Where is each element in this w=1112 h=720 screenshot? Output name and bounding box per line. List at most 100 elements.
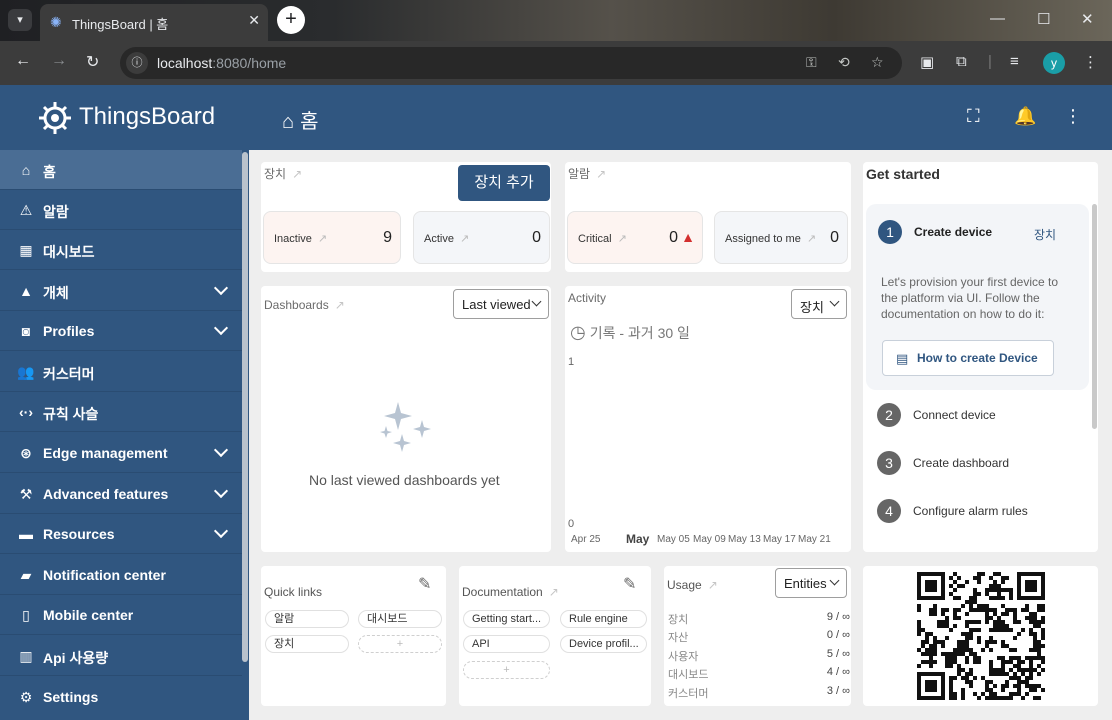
rule-chain-icon: ‹·› xyxy=(19,404,33,420)
quick-link-chip[interactable]: 대시보드 xyxy=(358,610,442,628)
inactive-devices-stat[interactable]: Inactive ↗ 9 xyxy=(263,211,401,264)
sidebar-item-notification-center[interactable]: ▰ Notification center xyxy=(0,555,242,595)
translate-icon[interactable]: ⟲ xyxy=(838,54,850,71)
edit-pencil-icon[interactable]: ✎ xyxy=(623,574,636,594)
step-1-description: Let's provision your first device to the… xyxy=(881,275,1059,321)
dashboards-card-title[interactable]: Dashboards ↗ xyxy=(264,298,345,312)
sidebar-item-api-usage[interactable]: ▥ Api 사용량 xyxy=(0,636,242,676)
dashboards-sort-select[interactable]: Last viewed xyxy=(453,289,549,319)
sidebar-item-entities[interactable]: ▲ 개체 xyxy=(0,271,242,311)
url-text: localhost:8080/home xyxy=(157,55,287,71)
tab-search-button[interactable]: ▾ xyxy=(8,9,32,31)
back-icon[interactable]: ← xyxy=(15,52,31,70)
sidebar-item-advanced-features[interactable]: ⚒ Advanced features xyxy=(0,474,242,514)
quick-link-chip[interactable]: 알람 xyxy=(265,610,349,628)
usage-title[interactable]: Usage ↗ xyxy=(667,578,718,592)
sidebar-item-resources[interactable]: ▬ Resources xyxy=(0,514,242,554)
y-axis-bottom-label: 0 xyxy=(568,518,575,530)
activity-period[interactable]: ◷ 기록 - 과거 30 일 xyxy=(570,322,690,343)
add-quick-link-button[interactable]: + xyxy=(358,635,442,653)
x-axis-tick: May 17 xyxy=(763,534,796,545)
x-axis-tick: May 13 xyxy=(728,534,761,545)
sidebar-item-rule-chains[interactable]: ‹·› 규칙 사슬 xyxy=(0,392,242,432)
open-arrow-icon: ↗ xyxy=(292,167,303,181)
sidebar-item-settings[interactable]: ⚙ Settings xyxy=(0,677,242,717)
fullscreen-icon[interactable]: ⛶ xyxy=(967,106,980,127)
doc-link-chip[interactable]: Rule engine xyxy=(560,610,647,628)
open-arrow-icon: ↗ xyxy=(707,578,718,592)
add-doc-link-button[interactable]: + xyxy=(463,661,550,679)
chevron-down-icon xyxy=(213,442,229,458)
maximize-icon[interactable]: ☐ xyxy=(1037,10,1050,28)
sidebar-item-home[interactable]: ⌂ 홈 xyxy=(0,150,242,190)
doc-link-chip[interactable]: Device profil... xyxy=(560,635,647,653)
home-icon: ⌂ xyxy=(282,111,295,133)
documentation-title[interactable]: Documentation ↗ xyxy=(462,585,559,599)
usage-entities-select[interactable]: Entities xyxy=(775,568,847,598)
sidebar-item-edge-management[interactable]: ⊛ Edge management xyxy=(0,433,242,473)
clock-icon: ◷ xyxy=(570,322,586,342)
chevron-down-icon xyxy=(213,523,229,539)
chevron-down-icon xyxy=(829,575,840,586)
x-axis-tick: May 21 xyxy=(798,534,831,545)
edit-pencil-icon[interactable]: ✎ xyxy=(418,574,431,594)
open-arrow-icon: ↗ xyxy=(459,233,470,245)
bookmark-star-icon[interactable]: ☆ xyxy=(871,54,884,71)
activity-entity-select[interactable]: 장치 xyxy=(791,289,847,319)
minimize-icon[interactable]: — xyxy=(990,10,1005,27)
media-control-icon[interactable]: ≡ xyxy=(1010,53,1019,70)
sidebar-item-mobile-center[interactable]: ▯ Mobile center xyxy=(0,595,242,635)
close-tab-icon[interactable]: ✕ xyxy=(248,12,260,29)
usage-row: 자산 0 / ∞ xyxy=(668,629,850,644)
thingsboard-logo[interactable]: ThingsBoard xyxy=(36,99,236,135)
address-bar[interactable]: ⓘ localhost:8080/home ⚿ ⟲ ☆ xyxy=(120,47,902,79)
tools-icon: ⚒ xyxy=(19,486,33,502)
active-devices-stat[interactable]: Active ↗ 0 xyxy=(413,211,550,264)
sidebar-item-customers[interactable]: 👥 커스터머 xyxy=(0,352,242,392)
profile-avatar[interactable]: y xyxy=(1043,52,1065,74)
open-arrow-icon: ↗ xyxy=(548,585,559,599)
browser-tab[interactable]: ✺ ThingsBoard | 홈 ✕ xyxy=(40,4,268,41)
entities-icon: ▲ xyxy=(19,283,33,299)
edge-icon: ⊛ xyxy=(20,445,32,461)
qr-code-image[interactable] xyxy=(917,572,1045,700)
password-key-icon[interactable]: ⚿ xyxy=(806,54,817,71)
step-2[interactable]: 2 Connect device xyxy=(877,403,1097,429)
sidebar-item-profiles[interactable]: ◙ Profiles xyxy=(0,311,242,351)
more-menu-icon[interactable]: ⋮ xyxy=(1064,106,1082,127)
usage-card: Usage ↗ Entities 장치 9 / ∞ 자산 0 / ∞ 사용자 5 / ∞… xyxy=(664,566,851,706)
new-tab-button[interactable]: + xyxy=(277,6,305,34)
customers-icon: 👥 xyxy=(17,364,35,380)
gear-icon: ⚙ xyxy=(19,689,33,705)
quick-links-card: Quick links ✎ 알람 대시보드 장치 + xyxy=(261,566,446,706)
reload-icon[interactable]: ↻ xyxy=(86,52,99,72)
close-window-icon[interactable]: ✕ xyxy=(1081,10,1094,28)
critical-alarms-stat[interactable]: Critical ↗ 0 ▲ xyxy=(567,211,703,264)
sidebar-item-alarms[interactable]: ⚠ 알람 xyxy=(0,190,242,230)
notifications-bell-icon[interactable]: 🔔 xyxy=(1014,106,1036,127)
browser-menu-icon[interactable]: ⋮ xyxy=(1083,53,1098,71)
site-info-icon[interactable]: ⓘ xyxy=(126,52,148,74)
alarms-card-title[interactable]: 알람 ↗ xyxy=(568,165,606,182)
toolbar-divider: | xyxy=(988,53,992,70)
quick-links-title: Quick links xyxy=(264,585,323,599)
dashboards-empty-text: No last viewed dashboards yet xyxy=(309,472,500,488)
sidebar-item-dashboards[interactable]: ▦ 대시보드 xyxy=(0,230,242,270)
forward-icon[interactable]: → xyxy=(51,52,67,70)
how-to-create-device-button[interactable]: ▤ How to create Device xyxy=(882,340,1054,376)
x-axis-tick: May 05 xyxy=(657,534,690,545)
x-axis-tick: May xyxy=(626,532,650,546)
mobile-icon: ▯ xyxy=(22,607,30,623)
add-device-button[interactable]: 장치 추가 xyxy=(458,165,550,201)
assigned-alarms-stat[interactable]: Assigned to me ↗ 0 xyxy=(714,211,848,264)
extension-app-icon[interactable]: ▣ xyxy=(920,53,934,71)
sidebar-scrollbar[interactable] xyxy=(242,152,248,662)
extensions-puzzle-icon[interactable]: ⧉ xyxy=(956,53,967,70)
step-4[interactable]: 4 Configure alarm rules xyxy=(877,499,1097,525)
devices-card-title[interactable]: 장치 ↗ xyxy=(264,165,302,182)
doc-link-chip[interactable]: Getting start... xyxy=(463,610,550,628)
quick-link-chip[interactable]: 장치 xyxy=(265,635,349,653)
step-1[interactable]: 1 Create device xyxy=(878,220,1098,246)
step-3[interactable]: 3 Create dashboard xyxy=(877,451,1097,477)
doc-link-chip[interactable]: API xyxy=(463,635,550,653)
